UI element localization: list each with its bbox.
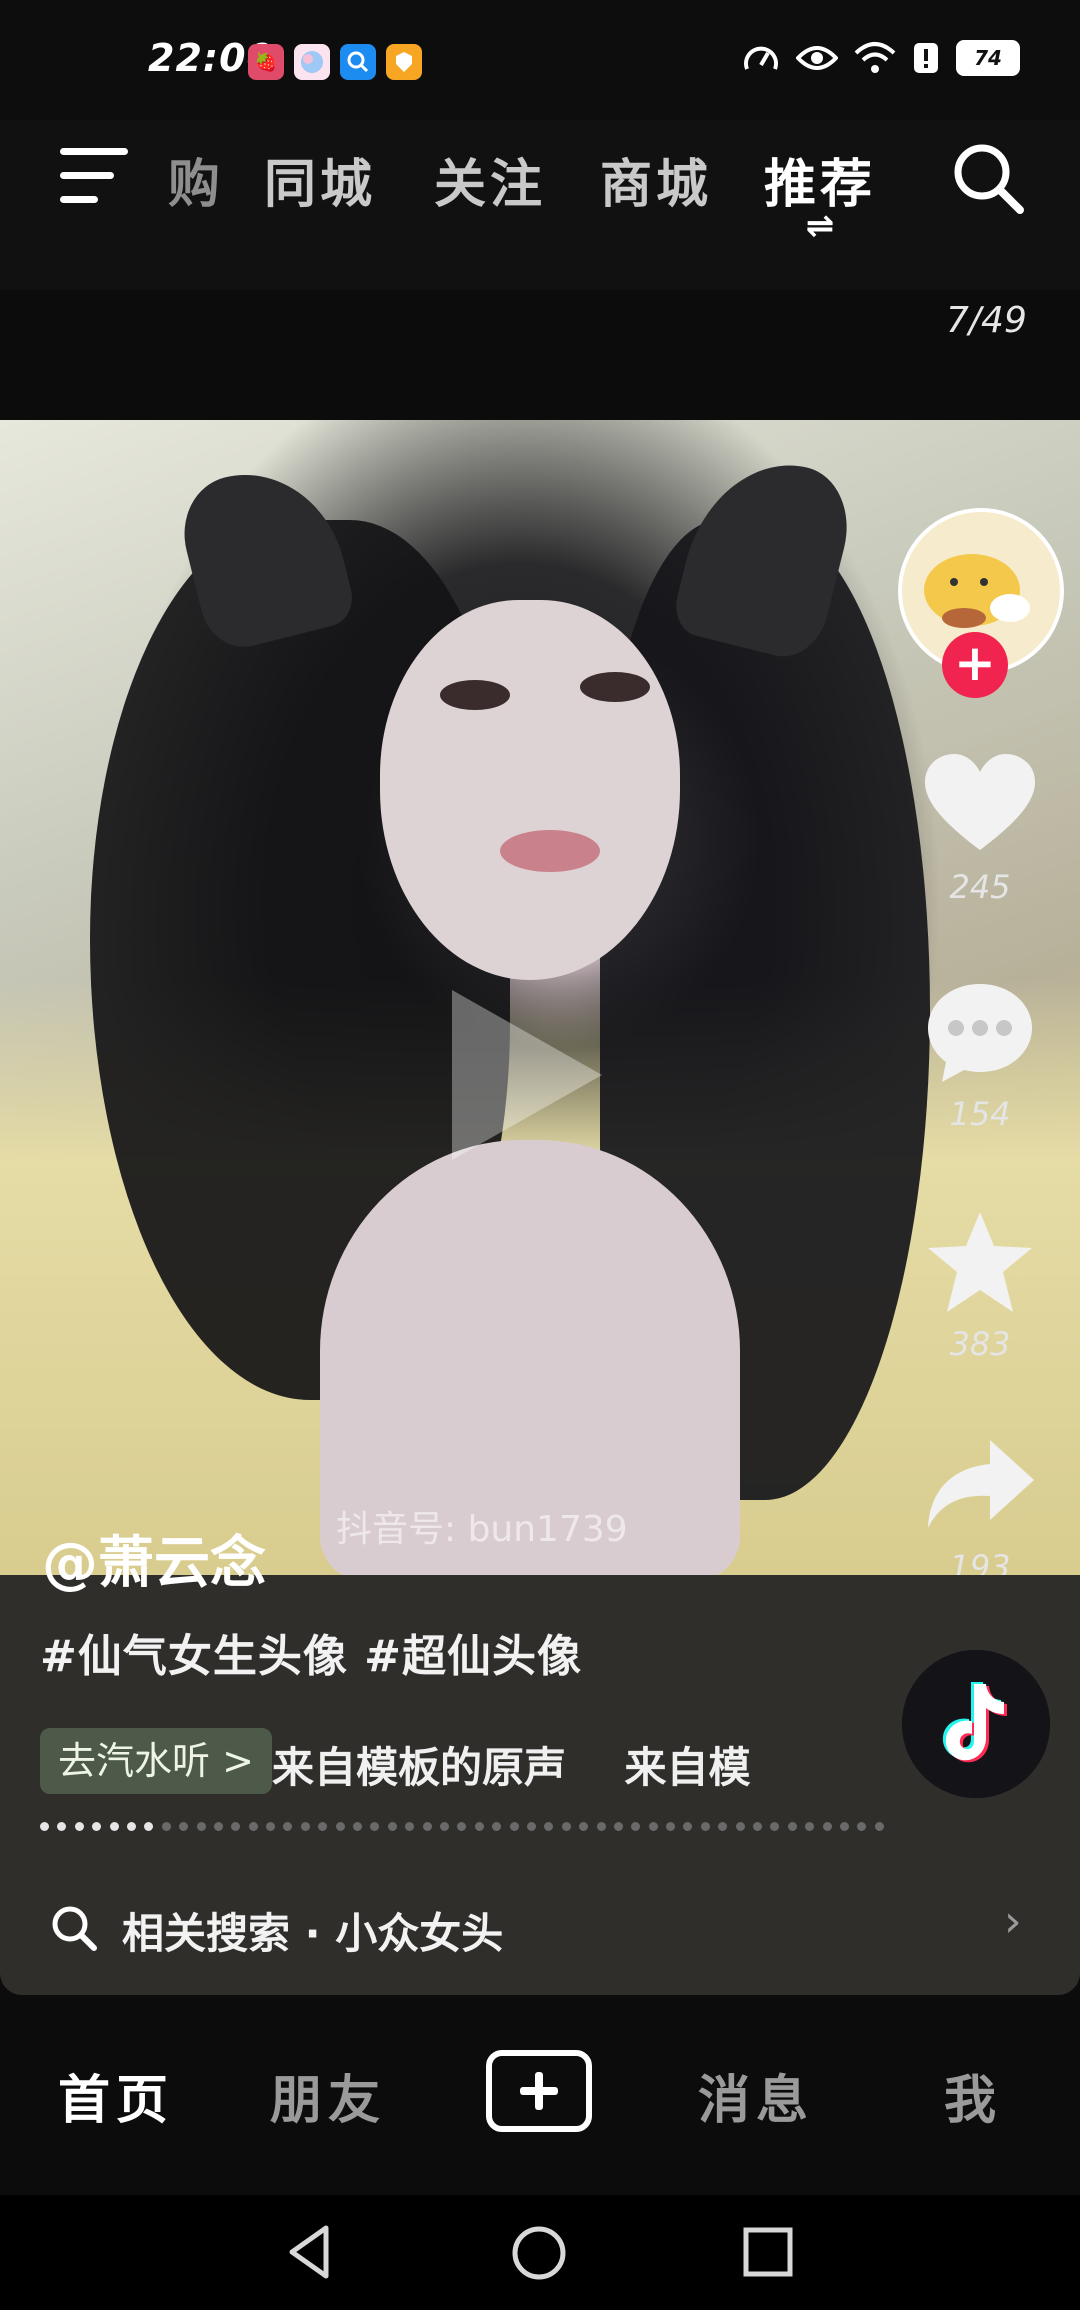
back-icon[interactable] <box>280 2222 340 2282</box>
like-count: 245 <box>949 868 1011 906</box>
app-tag-icon <box>386 44 422 80</box>
favorite-count: 383 <box>949 1325 1011 1363</box>
comment-icon[interactable] <box>920 978 1040 1088</box>
follow-button[interactable]: + <box>942 632 1008 698</box>
recents-icon[interactable] <box>740 2224 796 2280</box>
status-system-icons: 74 <box>742 40 1020 76</box>
create-button[interactable] <box>486 2050 592 2132</box>
tab-following[interactable]: 关注 <box>434 142 546 217</box>
tab-mall[interactable]: 商城 <box>600 142 712 217</box>
switch-feed-icon[interactable]: ⇌ <box>796 209 844 243</box>
plus-icon <box>520 2072 558 2110</box>
search-icon[interactable] <box>950 140 1026 216</box>
related-search-icon <box>52 1906 97 1951</box>
post-caption[interactable]: #仙气女生头像 #超仙头像 <box>40 1620 582 1684</box>
video-lips <box>500 830 600 872</box>
nav-me[interactable]: 我 <box>944 2058 1002 2133</box>
speed-icon <box>744 46 778 70</box>
video-eye-right <box>580 672 650 702</box>
video-face <box>380 600 680 980</box>
video-eye-left <box>440 680 510 710</box>
nav-friends[interactable]: 朋友 <box>270 2058 386 2133</box>
chevron-right-icon: › <box>1004 1896 1022 1947</box>
app-search-icon <box>340 44 376 80</box>
tab-local[interactable]: 同城 <box>264 142 376 217</box>
nav-home[interactable]: 首页 <box>58 2058 174 2133</box>
battery-level: 74 <box>974 46 1002 70</box>
author-name[interactable]: @萧云念 <box>42 1518 266 1599</box>
app-bubble-icon <box>294 44 330 80</box>
share-icon[interactable] <box>920 1432 1040 1542</box>
music-disc-icon[interactable] <box>902 1650 1050 1798</box>
menu-icon[interactable] <box>60 148 128 206</box>
comment-count: 154 <box>949 1095 1011 1133</box>
eye-icon <box>796 46 838 70</box>
nav-messages[interactable]: 消息 <box>698 2058 814 2133</box>
like-icon[interactable] <box>920 750 1040 860</box>
listen-on-soda-button[interactable]: 去汽水听 > <box>40 1728 272 1794</box>
video-watermark: 抖音号: bun1739 <box>336 1509 628 1550</box>
music-title[interactable]: 来自模板的原声 来自模 <box>272 1734 751 1795</box>
play-icon[interactable] <box>452 990 602 1160</box>
related-search-text[interactable]: 相关搜索 · 小众女头 <box>122 1900 503 1961</box>
related-search-prefix: 相关搜索 · <box>122 1909 336 1958</box>
favorite-icon[interactable] <box>920 1208 1040 1318</box>
app-strawberry-icon: 🍓 <box>248 44 284 80</box>
image-counter: 7/49 <box>946 300 1027 341</box>
tab-shopping[interactable]: 购 <box>168 142 224 217</box>
related-search-query: 小众女头 <box>335 1909 504 1958</box>
image-progress-dots <box>40 1822 884 1831</box>
battery-icon: 74 <box>956 40 1020 76</box>
wifi-icon <box>854 42 896 73</box>
notification-icon <box>914 43 938 73</box>
home-circle-icon[interactable] <box>508 2222 570 2284</box>
status-app-icons: 🍓 <box>248 44 422 80</box>
